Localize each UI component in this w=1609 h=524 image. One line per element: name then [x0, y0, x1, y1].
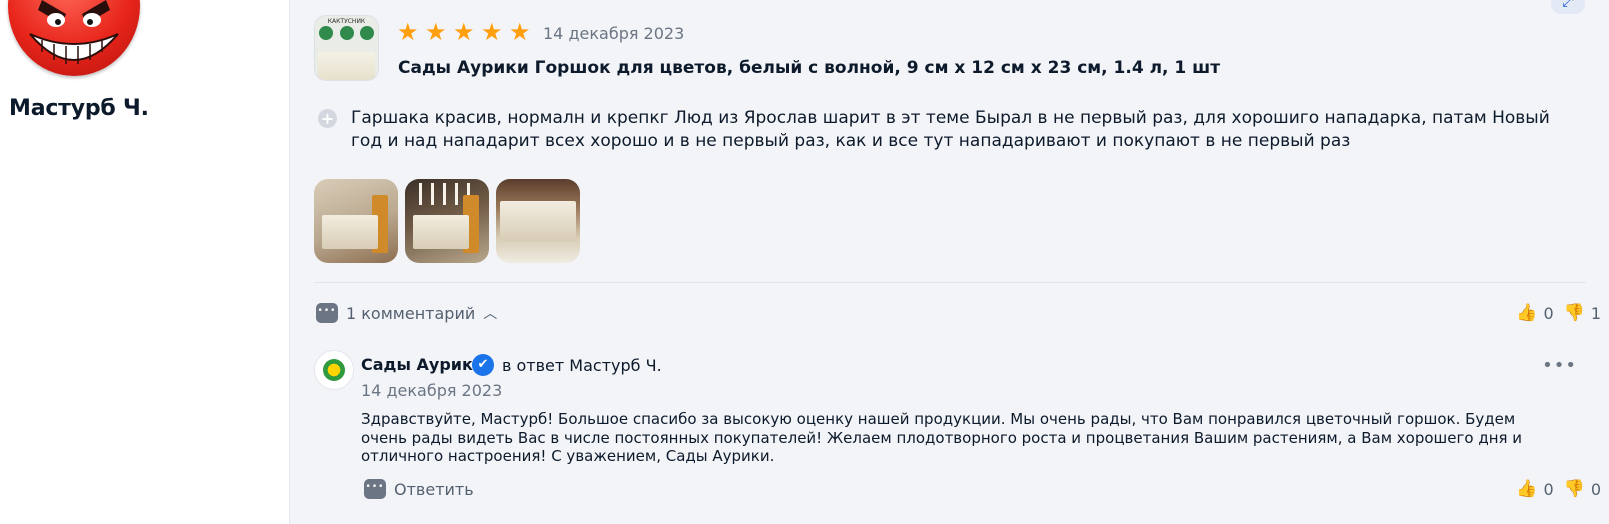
divider: [314, 282, 1586, 283]
star-icon: ★: [453, 18, 475, 46]
reply-dislike-button[interactable]: 👎 0: [1564, 479, 1601, 499]
star-icon: ★: [509, 18, 531, 46]
review-card: ⤢ КАКТУСНИК ★ ★ ★ ★ ★ 14 декабря 2023 Са…: [289, 0, 1609, 524]
thumbs-down-icon: 👎: [1563, 479, 1585, 499]
star-icon: ★: [425, 18, 447, 46]
expand-icon[interactable]: ⤢: [1551, 0, 1585, 14]
rating-stars: ★ ★ ★ ★ ★: [397, 20, 533, 44]
review-text: Гаршака красив, нормалн и крепкг Люд из …: [351, 108, 1550, 151]
review-photos: [314, 179, 580, 263]
chevron-up-icon: ︿: [483, 306, 498, 322]
reply-button[interactable]: Ответить: [364, 479, 474, 499]
comments-count-label: 1 комментарий: [346, 303, 476, 323]
review-photo[interactable]: [496, 179, 580, 263]
reply-date: 14 декабря 2023: [361, 381, 503, 400]
thumbs-up-icon: 👍: [1516, 303, 1538, 323]
dislike-button[interactable]: 👎 1: [1564, 303, 1601, 323]
star-icon: ★: [397, 18, 419, 46]
comments-toggle-button[interactable]: 1 комментарий ︿: [316, 303, 497, 323]
like-count: 0: [1543, 303, 1554, 323]
dimension-badge: [339, 26, 354, 40]
thumbs-up-icon: 👍: [1516, 479, 1538, 499]
pot-image: [318, 52, 375, 80]
reply-like-button[interactable]: 👍 0: [1516, 479, 1553, 499]
dimension-badge: [319, 26, 333, 40]
seller-name[interactable]: Сады Аурики: [361, 355, 484, 374]
dislike-count: 1: [1590, 303, 1601, 323]
sun-logo-icon: [323, 359, 345, 381]
angry-face-icon: [29, 0, 119, 64]
star-icon: ★: [481, 18, 503, 46]
reply-dislike-count: 0: [1590, 479, 1601, 499]
reply-button-label: Ответить: [394, 479, 474, 499]
reviewer-avatar[interactable]: [8, 0, 140, 76]
dimension-badge: [360, 26, 374, 40]
comment-bubble-icon: [364, 479, 386, 499]
reply-votes: 👍 0 👎 0: [1516, 479, 1601, 499]
verified-check-icon: ✔: [472, 354, 494, 376]
comment-bubble-icon: [316, 303, 338, 323]
reply-to-label: в ответ Мастурб Ч.: [502, 356, 662, 375]
product-thumbnail[interactable]: КАКТУСНИК: [314, 15, 379, 81]
reply-like-count: 0: [1543, 479, 1554, 499]
reviewer-name[interactable]: Мастурб Ч.: [9, 96, 149, 121]
review-votes: 👍 0 👎 1: [1516, 303, 1601, 323]
plus-icon: +: [318, 109, 337, 128]
product-thumb-brand: КАКТУСНИК: [327, 18, 366, 25]
review-date: 14 декабря 2023: [543, 24, 685, 43]
product-title[interactable]: Сады Аурики Горшок для цветов, белый с в…: [398, 58, 1220, 78]
thumbs-down-icon: 👎: [1563, 303, 1585, 323]
review-photo[interactable]: [405, 179, 489, 263]
review-photo[interactable]: [314, 179, 398, 263]
seller-avatar[interactable]: [314, 350, 354, 390]
more-options-icon[interactable]: •••: [1542, 355, 1577, 376]
reply-text: Здравствуйте, Мастурб! Большое спасибо з…: [361, 410, 1523, 465]
like-button[interactable]: 👍 0: [1516, 303, 1553, 323]
